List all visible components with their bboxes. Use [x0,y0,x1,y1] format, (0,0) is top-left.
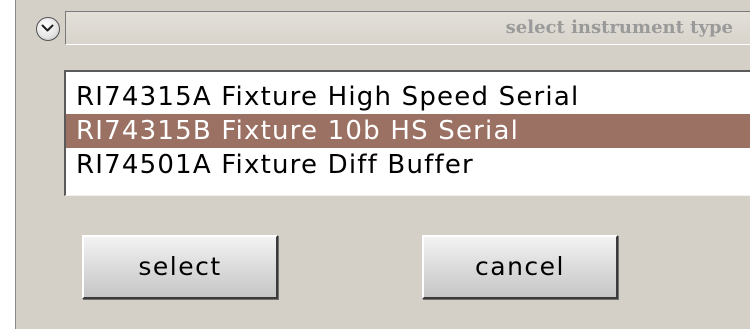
title-field: select instrument type [65,11,750,45]
select-instrument-dialog: select instrument type RI74315A Fixture … [15,0,750,329]
chevron-down-icon [41,24,54,32]
list-item[interactable]: RI74315A Fixture High Speed Serial [66,80,750,114]
list-item[interactable]: RI74501A Fixture Diff Buffer [66,148,750,182]
select-button[interactable]: select [82,235,278,299]
dialog-title: select instrument type [505,17,733,38]
cancel-button[interactable]: cancel [422,235,618,299]
instrument-type-list[interactable]: RI74315A Fixture High Speed Serial RI743… [64,70,750,196]
title-bar: select instrument type [16,11,750,45]
collapse-button[interactable] [36,17,60,41]
list-item-selected[interactable]: RI74315B Fixture 10b HS Serial [66,114,750,148]
